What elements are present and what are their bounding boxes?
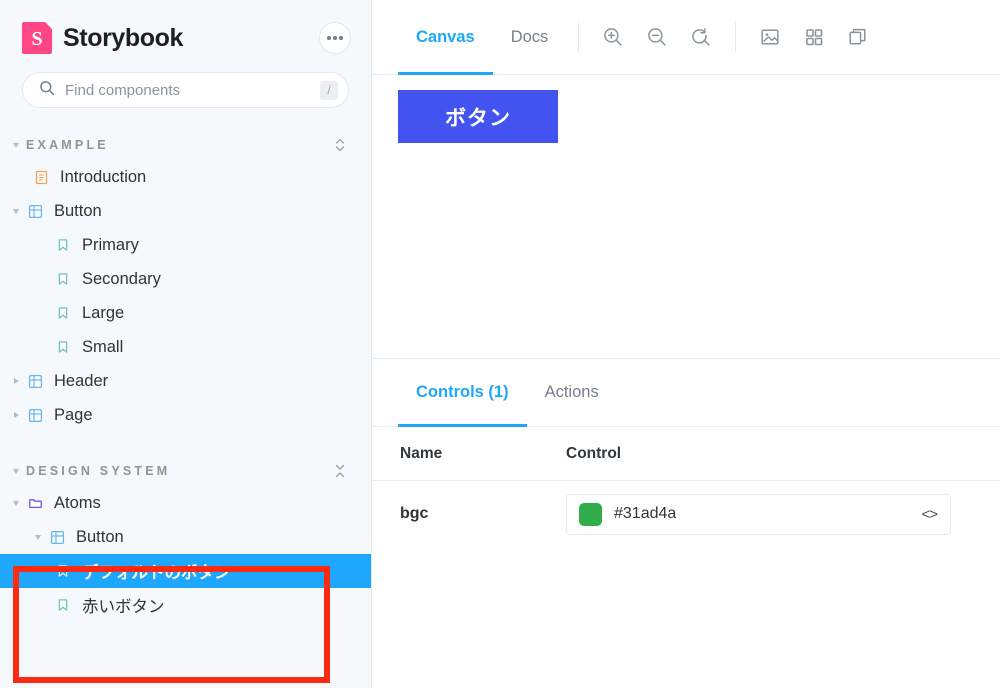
document-icon	[30, 170, 52, 185]
dot-icon	[327, 36, 331, 40]
story-icon	[52, 564, 74, 578]
tree-item-label: Secondary	[74, 270, 161, 289]
component-icon	[24, 408, 46, 423]
story-icon	[52, 598, 74, 612]
column-header-control: Control	[566, 445, 1000, 463]
tree-item-label: Large	[74, 304, 124, 323]
component-icon	[24, 204, 46, 219]
brand[interactable]: S Storybook	[22, 22, 319, 54]
component-icon	[46, 530, 68, 545]
section-header-design-system[interactable]: DESIGN SYSTEM	[0, 456, 371, 486]
color-swatch[interactable]	[579, 503, 602, 526]
story-preview: ボタン	[372, 75, 1000, 358]
tree-item-header[interactable]: Header	[0, 364, 371, 398]
table-row: bgc #31ad4a <>	[372, 481, 1000, 547]
section-title: DESIGN SYSTEM	[24, 464, 329, 478]
story-button[interactable]: ボタン	[398, 90, 558, 143]
tree-item-label: Page	[46, 406, 93, 425]
tree-item-label: Button	[46, 202, 102, 221]
section-header-example[interactable]: EXAMPLE	[0, 130, 371, 160]
search-box[interactable]: /	[22, 72, 349, 108]
chevron-right-icon[interactable]	[8, 412, 24, 418]
component-tree: EXAMPLE Introductio	[0, 108, 371, 622]
story-icon	[52, 340, 74, 354]
controls-table-header: Name Control	[372, 427, 1000, 481]
dot-icon	[339, 36, 343, 40]
tree-item-label: Small	[74, 338, 123, 357]
color-value[interactable]: #31ad4a	[614, 505, 909, 523]
search-shortcut-key: /	[320, 81, 338, 100]
tree-item-small[interactable]: Small	[0, 330, 371, 364]
tree-item-atoms[interactable]: Atoms	[0, 486, 371, 520]
tree-item-label: 赤いボタン	[74, 593, 165, 617]
component-icon	[24, 374, 46, 389]
addons-tablist: Controls (1) Actions	[372, 359, 1000, 427]
dot-icon	[333, 36, 337, 40]
backgrounds-icon[interactable]	[748, 0, 792, 74]
code-toggle-icon[interactable]: <>	[921, 506, 937, 523]
tree-item-label: Header	[46, 372, 108, 391]
collapse-all-icon[interactable]	[329, 463, 351, 479]
tree-item-primary[interactable]: Primary	[0, 228, 371, 262]
tab-docs[interactable]: Docs	[493, 0, 567, 74]
brand-title: Storybook	[63, 24, 183, 53]
tree-item-button-design-system[interactable]: Button	[0, 520, 371, 554]
controls-table: Name Control bgc #31ad4a <>	[372, 427, 1000, 547]
zoom-out-icon[interactable]	[635, 0, 679, 74]
control-cell: #31ad4a <>	[566, 494, 1000, 535]
zoom-in-icon[interactable]	[591, 0, 635, 74]
expand-collapse-icon[interactable]	[329, 137, 351, 153]
chevron-down-icon[interactable]	[8, 501, 24, 506]
tree-item-default-button[interactable]: デフォルトのボタン	[0, 554, 371, 588]
story-icon	[52, 272, 74, 286]
tree-item-page[interactable]: Page	[0, 398, 371, 432]
tree-item-label: Primary	[74, 236, 139, 255]
tree-item-button-example[interactable]: Button	[0, 194, 371, 228]
chevron-right-icon[interactable]	[8, 378, 24, 384]
search-container: /	[0, 54, 371, 108]
sidebar: S Storybook /	[0, 0, 372, 688]
search-input[interactable]	[65, 82, 310, 99]
zoom-reset-icon[interactable]	[679, 0, 723, 74]
tree-item-secondary[interactable]: Secondary	[0, 262, 371, 296]
tree-item-label: Button	[68, 528, 124, 547]
toolbar-divider	[578, 22, 579, 52]
chevron-down-icon	[8, 469, 24, 474]
tab-canvas[interactable]: Canvas	[398, 0, 493, 74]
addons-panel: Controls (1) Actions Name Control bgc #3…	[372, 358, 1000, 688]
toolbar-divider	[735, 22, 736, 52]
measure-icon[interactable]	[836, 0, 880, 74]
control-name: bgc	[372, 505, 566, 523]
more-menu-button[interactable]	[319, 22, 351, 54]
chevron-down-icon[interactable]	[8, 209, 24, 214]
storybook-logo-icon: S	[22, 22, 52, 54]
tree-item-large[interactable]: Large	[0, 296, 371, 330]
tree-item-label: デフォルトのボタン	[74, 559, 231, 583]
grid-icon[interactable]	[792, 0, 836, 74]
folder-icon	[24, 496, 46, 511]
logo-letter: S	[31, 29, 42, 49]
storybook-window: S Storybook /	[0, 0, 1000, 688]
search-icon	[39, 80, 55, 101]
section-title: EXAMPLE	[24, 138, 329, 152]
tab-controls[interactable]: Controls (1)	[398, 359, 527, 426]
preview-toolbar: Canvas Docs	[372, 0, 1000, 75]
tree-item-label: Introduction	[52, 168, 146, 187]
tree-item-red-button[interactable]: 赤いボタン	[0, 588, 371, 622]
color-control[interactable]: #31ad4a <>	[566, 494, 951, 535]
tree-item-label: Atoms	[46, 494, 101, 513]
tab-actions[interactable]: Actions	[527, 359, 617, 426]
story-icon	[52, 238, 74, 252]
chevron-down-icon[interactable]	[30, 535, 46, 540]
column-header-name: Name	[372, 445, 566, 463]
main-panel: Canvas Docs	[372, 0, 1000, 688]
tree-item-introduction[interactable]: Introduction	[0, 160, 371, 194]
chevron-down-icon	[8, 143, 24, 148]
sidebar-header: S Storybook	[0, 0, 371, 54]
story-icon	[52, 306, 74, 320]
